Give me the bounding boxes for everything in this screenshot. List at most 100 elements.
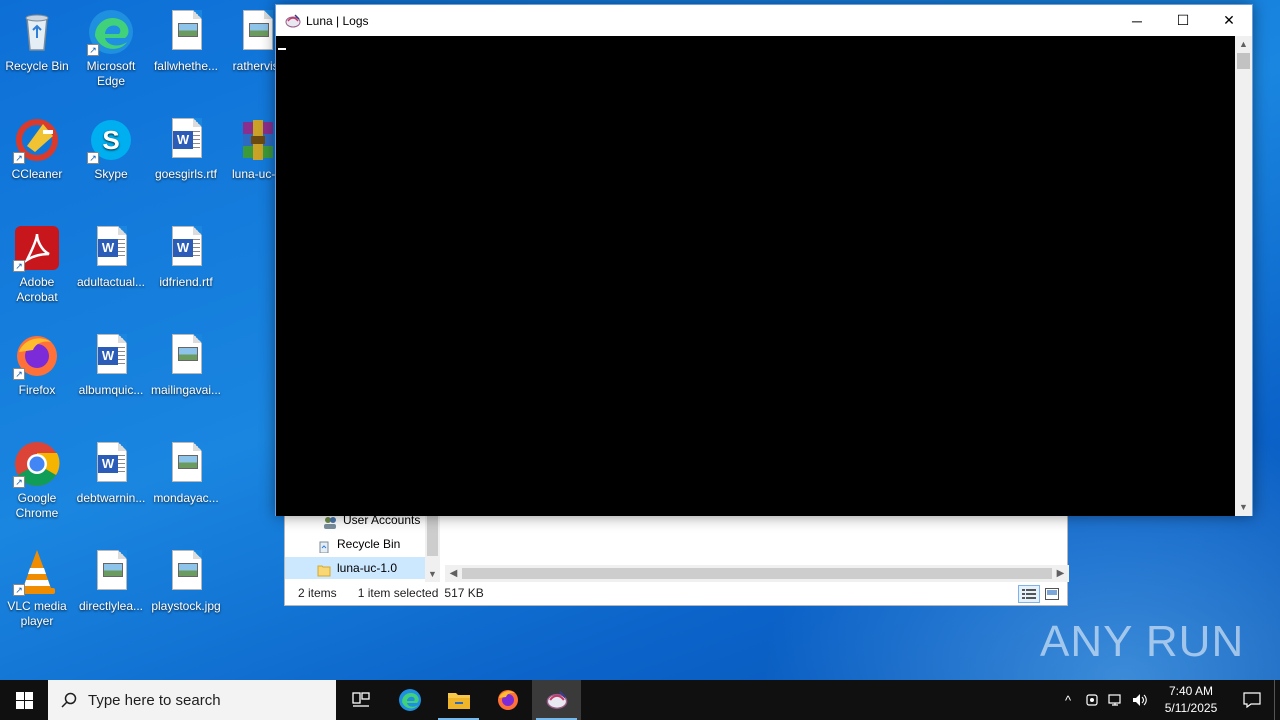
console-output-area[interactable]	[276, 36, 1236, 516]
taskbar: Type here to search ^ 7:40 AM 5/11/2025	[0, 680, 1280, 720]
taskbar-luna-button[interactable]	[532, 680, 581, 720]
scroll-down-arrow-icon[interactable]: ▼	[1235, 499, 1252, 516]
system-tray: ^ 7:40 AM 5/11/2025	[1056, 680, 1280, 720]
window-titlebar[interactable]: Luna | Logs ─ ☐ ✕	[276, 5, 1252, 36]
adobe-acrobat-icon: ↗	[13, 224, 61, 272]
status-selected-size: 517 KB	[444, 586, 484, 600]
action-center-button[interactable]	[1230, 680, 1274, 720]
windows-logo-icon	[15, 691, 33, 709]
desktop-icon-mailingavai[interactable]: mailingavai...	[149, 332, 223, 398]
desktop-icon-directlylea[interactable]: directlylea...	[74, 548, 148, 614]
desktop-icon-label: mondayac...	[153, 491, 219, 505]
shortcut-arrow-icon: ↗	[13, 260, 25, 272]
volume-button[interactable]	[1128, 680, 1152, 720]
image-file-icon	[162, 548, 210, 596]
task-view-icon	[351, 692, 370, 707]
desktop-icon-playstock[interactable]: playstock.jpg	[149, 548, 223, 614]
nav-item-recycle-bin[interactable]: Recycle Bin	[285, 533, 425, 555]
desktop-icon-adultactual[interactable]: W adultactual...	[74, 224, 148, 290]
folder-icon	[447, 693, 470, 709]
desktop-icon-label: albumquic...	[78, 383, 144, 397]
word-document-icon: W	[87, 332, 135, 380]
vlc-icon: ↗	[13, 548, 61, 596]
shortcut-arrow-icon: ↗	[13, 368, 25, 380]
explorer-status-bar: 2 items 1 item selected 517 KB	[285, 581, 1069, 605]
scroll-down-arrow-icon[interactable]: ▼	[425, 567, 440, 582]
task-view-button[interactable]	[336, 680, 385, 720]
desktop-icon-debtwarnin[interactable]: W debtwarnin...	[74, 440, 148, 506]
taskbar-firefox-button[interactable]	[483, 680, 532, 720]
large-icons-view-button[interactable]	[1041, 585, 1063, 603]
network-button[interactable]	[1104, 680, 1128, 720]
taskbar-search-box[interactable]: Type here to search	[48, 680, 336, 720]
desktop-icon-label: Adobe Acrobat	[16, 275, 58, 304]
taskbar-clock[interactable]: 7:40 AM 5/11/2025	[1156, 683, 1226, 717]
desktop-icon-label: Google Chrome	[15, 491, 59, 520]
navigation-pane: User Accounts Recycle Bin luna-uc-1.0	[285, 513, 425, 582]
desktop-icon-label: idfriend.rtf	[159, 275, 213, 289]
desktop-icon-skype[interactable]: S ↗ Skype	[74, 116, 148, 182]
scroll-left-arrow-icon[interactable]: ◀	[445, 565, 462, 582]
desktop-icon-firefox[interactable]: ↗ Firefox	[0, 332, 74, 398]
notification-icon	[1243, 692, 1261, 708]
file-explorer-window: User Accounts Recycle Bin luna-uc-1.0 ▼ …	[284, 513, 1069, 606]
word-document-icon: W	[162, 224, 210, 272]
search-placeholder: Type here to search	[88, 691, 221, 709]
clock-date: 5/11/2025	[1164, 701, 1218, 715]
recycle-bin-icon	[13, 8, 61, 56]
desktop-icon-goesgirls[interactable]: W goesgirls.rtf	[149, 116, 223, 182]
status-item-count: 2 items	[298, 586, 337, 600]
content-horizontal-scrollbar[interactable]: ◀ ▶	[445, 565, 1069, 582]
desktop-icon-fallwhethe[interactable]: fallwhethe...	[149, 8, 223, 74]
show-desktop-button[interactable]	[1274, 680, 1280, 720]
scrollbar-thumb[interactable]	[1237, 53, 1250, 69]
edge-icon: ↗	[87, 8, 135, 56]
tray-app-button[interactable]	[1080, 680, 1104, 720]
scroll-up-arrow-icon[interactable]: ▲	[1235, 36, 1252, 53]
desktop-icon-microsoft-edge[interactable]: ↗ Microsoft Edge	[74, 8, 148, 89]
console-vertical-scrollbar[interactable]: ▲ ▼	[1235, 36, 1252, 516]
minimize-icon: ─	[1132, 12, 1142, 29]
desktop-icon-recycle-bin[interactable]: Recycle Bin	[0, 8, 74, 74]
desktop-icon-label: Skype	[94, 167, 128, 181]
anyrun-watermark: ANY RUN	[1040, 612, 1244, 672]
desktop-icon-label: debtwarnin...	[76, 491, 146, 505]
desktop-icon-label: goesgirls.rtf	[154, 167, 218, 181]
word-document-icon: W	[162, 116, 210, 164]
details-view-button[interactable]	[1018, 585, 1040, 603]
image-file-icon	[162, 332, 210, 380]
desktop-icon-idfriend[interactable]: W idfriend.rtf	[149, 224, 223, 290]
window-title: Luna | Logs	[306, 13, 369, 28]
maximize-button[interactable]: ☐	[1160, 5, 1206, 36]
minimize-button[interactable]: ─	[1114, 5, 1160, 36]
desktop-icon-vlc[interactable]: ↗ VLC media player	[0, 548, 74, 629]
luna-app-icon	[285, 13, 301, 29]
desktop-icon-mondayac[interactable]: mondayac...	[149, 440, 223, 506]
nav-pane-scrollbar[interactable]: ▼	[425, 516, 440, 582]
taskbar-edge-button[interactable]	[385, 680, 434, 720]
scroll-right-arrow-icon[interactable]: ▶	[1052, 565, 1069, 582]
shortcut-arrow-icon: ↗	[13, 584, 25, 596]
scrollbar-thumb[interactable]	[462, 568, 1052, 579]
status-selected-count: 1 item selected	[357, 586, 439, 600]
ccleaner-icon: ↗	[13, 116, 61, 164]
firefox-icon	[497, 690, 518, 710]
nav-item-label: luna-uc-1.0	[337, 561, 398, 575]
taskbar-file-explorer-button[interactable]	[434, 680, 483, 720]
chevron-up-icon: ^	[1064, 692, 1072, 708]
desktop-icon-adobe-acrobat[interactable]: ↗ Adobe Acrobat	[0, 224, 74, 305]
desktop-icon-albumquic[interactable]: W albumquic...	[74, 332, 148, 398]
desktop-icon-ccleaner[interactable]: ↗ CCleaner	[0, 116, 74, 182]
show-hidden-icons-button[interactable]: ^	[1056, 680, 1080, 720]
close-icon: ✕	[1223, 12, 1235, 28]
details-view-icon	[1022, 589, 1036, 599]
image-file-icon	[87, 548, 135, 596]
tray-app-icon	[1086, 694, 1098, 706]
scrollbar-thumb[interactable]	[427, 516, 438, 556]
view-toggle-group	[1017, 585, 1063, 603]
watermark-text: ANY RUN	[1040, 617, 1245, 666]
desktop-icon-google-chrome[interactable]: ↗ Google Chrome	[0, 440, 74, 521]
start-button[interactable]	[0, 680, 48, 720]
nav-item-luna-uc-folder[interactable]: luna-uc-1.0	[285, 557, 425, 579]
close-button[interactable]: ✕	[1206, 5, 1252, 36]
